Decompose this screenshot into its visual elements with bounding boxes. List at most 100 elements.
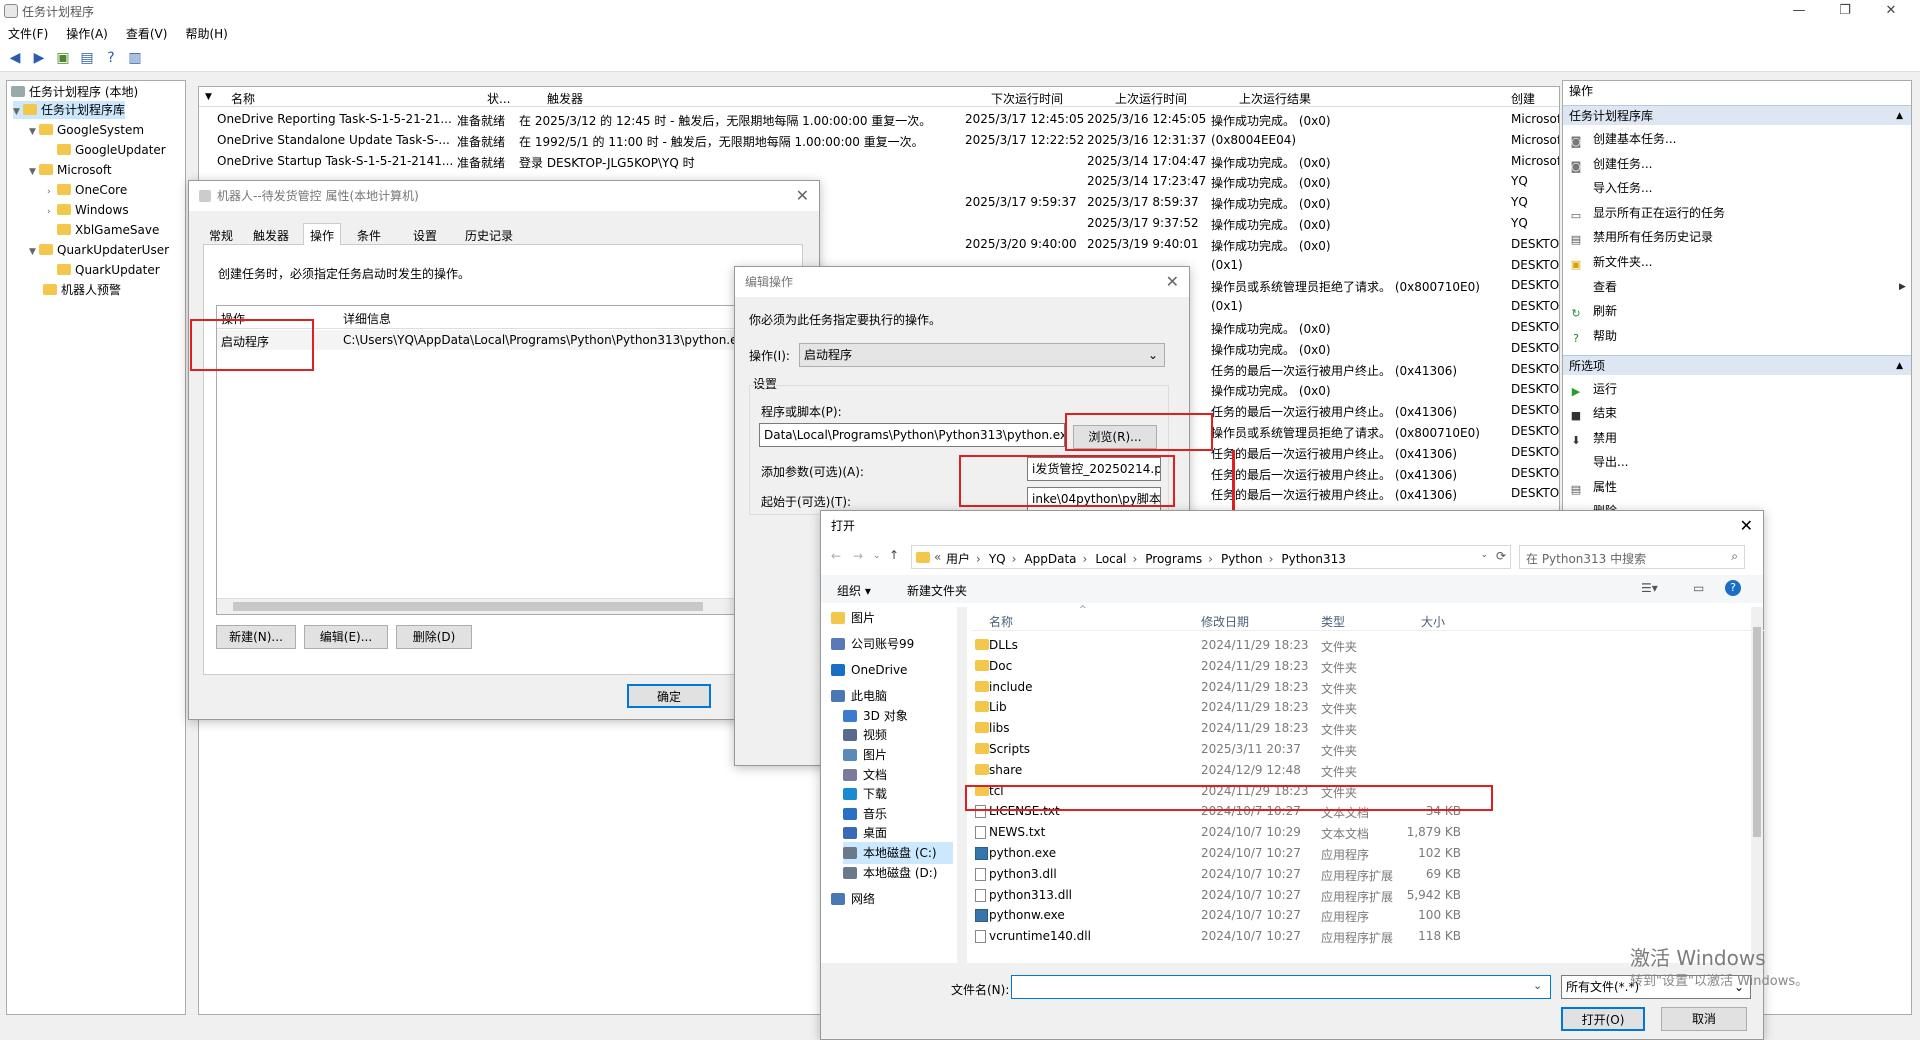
tab-history[interactable]: 历史记录 [465,227,513,244]
preview-pane-icon[interactable]: ▭ [1693,581,1704,595]
menu-help[interactable]: 帮助(H) [185,25,227,42]
up-icon[interactable]: ↑ [889,548,899,562]
col-name[interactable]: 名称 [989,613,1013,630]
collapse-icon[interactable]: ▲ [1896,356,1903,376]
tree-item-xblgamesave[interactable]: XblGameSave [57,221,159,239]
close-icon[interactable]: ✕ [1166,267,1179,297]
chevron-right-icon[interactable]: › [47,203,57,221]
col-status[interactable]: 状... [487,90,510,107]
tree-item-googleupdater[interactable]: GoogleUpdater [57,141,166,159]
tab-general[interactable]: 常规 [209,227,233,244]
close-icon[interactable]: ✕ [1740,511,1753,541]
chevron-right-icon[interactable]: › [47,183,57,201]
file-row[interactable]: python.exe 2024/10/7 10:27 应用程序 102 KB [971,843,1765,864]
action-new-folder[interactable]: ▣ 新文件夹... [1569,252,1653,272]
delete-action-button[interactable]: 删除(D) [396,625,472,649]
chevron-down-icon[interactable]: ⌄ [1480,550,1488,560]
nav-item-onedrive[interactable]: OneDrive [831,659,907,681]
chevron-right-icon[interactable]: › [1132,552,1137,566]
help-icon[interactable]: ? [102,49,120,67]
nav-item-pictures[interactable]: 图片 [843,744,887,766]
help-icon[interactable]: ? [1725,580,1741,596]
chevron-down-icon[interactable]: ⌄ [1533,979,1542,992]
back-icon[interactable]: ◀ [6,49,24,67]
chevron-right-icon[interactable]: › [1269,552,1274,566]
nav-item-pictures[interactable]: 图片 [831,607,875,629]
sort-icon[interactable]: ▼ [205,92,212,102]
chevron-right-icon[interactable]: › [1012,552,1017,566]
forward-icon[interactable]: ▶ [30,49,48,67]
breadcrumb-item[interactable]: 用户 [946,552,970,566]
file-row[interactable]: Scripts 2025/3/11 20:37 文件夹 [971,739,1765,760]
horizontal-scrollbar[interactable] [217,598,800,614]
tree-item-quarkupdater[interactable]: QuarkUpdater [57,261,160,279]
col-name[interactable]: 名称 [231,90,255,107]
col-trigger[interactable]: 触发器 [547,90,583,107]
task-row[interactable]: OneDrive Reporting Task-S-1-5-21-21... 准备… [199,109,1559,130]
folder-up-icon[interactable]: ▣ [54,49,72,67]
breadcrumb-item[interactable]: Python [1221,552,1263,566]
new-folder-button[interactable]: 新建文件夹 [907,582,967,599]
chevron-down-icon[interactable]: ▼ [13,103,23,121]
col-type[interactable]: 类型 [1321,613,1345,630]
breadcrumb-item[interactable]: Programs [1145,552,1202,566]
filename-input[interactable] [1011,975,1551,999]
nav-item-videos[interactable]: 视频 [843,724,887,746]
col-author[interactable]: 创建 [1511,90,1535,107]
col-date[interactable]: 修改日期 [1201,613,1249,630]
tree-item-library[interactable]: ▼ 任务计划程序库 [13,101,126,121]
nav-item-network[interactable]: 网络 [831,888,875,910]
cancel-button[interactable]: 取消 [1661,1007,1747,1031]
close-icon[interactable]: ✕ [796,181,809,211]
collapse-icon[interactable]: ▲ [1896,106,1903,126]
forward-icon[interactable]: → [853,549,863,563]
close-button[interactable]: ✕ [1868,0,1914,22]
file-row[interactable]: Doc 2024/11/29 18:23 文件夹 [971,656,1765,677]
operation-select[interactable]: 启动程序 ⌄ [799,343,1165,367]
file-row[interactable]: pythonw.exe 2024/10/7 10:27 应用程序 100 KB [971,905,1765,926]
tree-item-windows[interactable]: › Windows [47,201,129,219]
task-row[interactable]: OneDrive Standalone Update Task-S-... 准备就… [199,130,1559,151]
file-row[interactable]: python313.dll 2024/10/7 10:27 应用程序扩展 5,942 … [971,885,1765,906]
tree-item-quarkupdateruser[interactable]: ▼ QuarkUpdaterUser [29,241,169,259]
col-last-result[interactable]: 上次运行结果 [1239,90,1311,107]
action-properties[interactable]: ▤ 属性 [1569,477,1617,497]
chevron-right-icon[interactable]: › [1208,552,1213,566]
tree-item-microsoft[interactable]: ▼ Microsoft [29,161,112,179]
file-scrollbar[interactable] [1751,607,1763,963]
chevron-down-icon[interactable]: ▼ [29,123,39,141]
chevron-down-icon[interactable]: ▼ [29,243,39,261]
nav-item-company-account[interactable]: 公司账号99 [831,633,914,655]
show-hide-action-pane-icon[interactable]: ▥ [126,49,144,67]
nav-item-desktop[interactable]: 桌面 [843,822,887,844]
scrollbar-thumb[interactable] [1753,627,1761,837]
task-row[interactable]: OneDrive Startup Task-S-1-5-21-2141... 准备… [199,151,1559,172]
action-disable[interactable]: ⬇ 禁用 [1569,428,1617,448]
scrollbar-thumb[interactable] [233,602,703,611]
col-size[interactable]: 大小 [1421,613,1445,630]
action-run[interactable]: ▶ 运行 [1569,379,1617,399]
action-display-running-tasks[interactable]: ▭ 显示所有正在运行的任务 [1569,203,1725,223]
section-library[interactable]: 任务计划程序库 ▲ [1563,105,1911,125]
search-box[interactable]: 在 Python313 中搜索 ⌕ [1519,545,1745,569]
tab-settings[interactable]: 设置 [413,227,437,244]
open-button[interactable]: 打开(O) [1561,1007,1645,1031]
refresh-icon[interactable]: ⟳ [1496,549,1506,563]
breadcrumb-item[interactable]: Python313 [1281,552,1346,566]
chevron-right-icon[interactable]: › [1083,552,1088,566]
action-create-task[interactable]: ◙ 创建任务... [1569,154,1653,174]
file-row[interactable]: libs 2024/11/29 18:23 文件夹 [971,718,1765,739]
chevron-down-icon[interactable]: ⌄ [873,551,881,561]
file-row[interactable]: python3.dll 2024/10/7 10:27 应用程序扩展 69 KB [971,864,1765,885]
nav-item-local-disk-c[interactable]: 本地磁盘 (C:) [843,842,953,864]
breadcrumb[interactable]: « 用户 › YQ › AppData › Local › Programs › Python › Py… [911,545,1511,569]
program-input[interactable]: Data\Local\Programs\Python\Python313\pyt… [759,423,1065,447]
section-selected[interactable]: 所选项 ▲ [1563,355,1911,375]
menu-file[interactable]: 文件(F) [8,25,48,42]
file-row[interactable]: share 2024/12/9 12:48 文件夹 [971,760,1765,781]
breadcrumb-item[interactable]: Local [1095,552,1126,566]
action-help[interactable]: ? 帮助 [1569,326,1617,346]
chevron-right-icon[interactable]: › [976,552,981,566]
tab-triggers[interactable]: 触发器 [253,227,289,244]
breadcrumb-item[interactable]: YQ [989,552,1006,566]
